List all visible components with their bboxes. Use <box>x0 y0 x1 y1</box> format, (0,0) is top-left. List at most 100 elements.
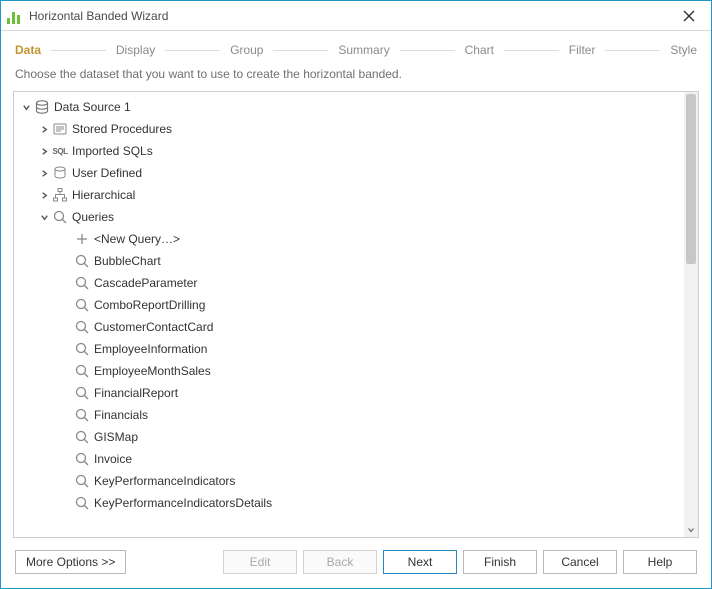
expander-placeholder <box>60 453 72 465</box>
scroll-thumb[interactable] <box>686 94 696 264</box>
database-icon <box>34 99 50 115</box>
folder-label: User Defined <box>72 166 142 180</box>
folder-label: Queries <box>72 210 114 224</box>
step-chart[interactable]: Chart <box>465 43 494 57</box>
query-icon <box>52 209 68 225</box>
titlebar: Horizontal Banded Wizard <box>1 1 711 31</box>
more-options-button[interactable]: More Options >> <box>15 550 126 574</box>
query-label: KeyPerformanceIndicators <box>94 474 235 488</box>
folder-label: Hierarchical <box>72 188 135 202</box>
chevron-down-icon[interactable] <box>20 101 32 113</box>
footer: More Options >> Edit Back Next Finish Ca… <box>1 538 711 588</box>
expander-placeholder <box>60 277 72 289</box>
sql-icon: SQL <box>52 143 68 159</box>
expander-placeholder <box>60 409 72 421</box>
query-label: BubbleChart <box>94 254 161 268</box>
query-label: EmployeeInformation <box>94 342 207 356</box>
back-button: Back <box>303 550 377 574</box>
query-label: GISMap <box>94 430 138 444</box>
folder-label: Imported SQLs <box>72 144 153 158</box>
expander-placeholder <box>60 497 72 509</box>
cancel-button[interactable]: Cancel <box>543 550 617 574</box>
chevron-right-icon[interactable] <box>38 123 50 135</box>
query-icon <box>74 253 90 269</box>
query-icon <box>74 297 90 313</box>
query-item[interactable]: CustomerContactCard <box>16 316 684 338</box>
query-icon <box>74 341 90 357</box>
query-label: Invoice <box>94 452 132 466</box>
query-icon <box>74 363 90 379</box>
query-item[interactable]: <New Query…> <box>16 228 684 250</box>
query-item[interactable]: EmployeeMonthSales <box>16 360 684 382</box>
query-icon <box>74 407 90 423</box>
app-icon <box>7 8 23 24</box>
plus-icon <box>74 231 90 247</box>
step-data[interactable]: Data <box>15 43 41 57</box>
scrollbar[interactable] <box>684 92 698 537</box>
scroll-down-arrow[interactable] <box>684 523 698 537</box>
query-item[interactable]: EmployeeInformation <box>16 338 684 360</box>
query-label: CascadeParameter <box>94 276 197 290</box>
tree-root[interactable]: Data Source 1 <box>16 96 684 118</box>
folder-user-defined[interactable]: User Defined <box>16 162 684 184</box>
query-icon <box>74 495 90 511</box>
query-label: KeyPerformanceIndicatorsDetails <box>94 496 272 510</box>
hierarchy-icon <box>52 187 68 203</box>
query-item[interactable]: Financials <box>16 404 684 426</box>
user-def-icon <box>52 165 68 181</box>
step-group[interactable]: Group <box>230 43 263 57</box>
folder-label: Stored Procedures <box>72 122 172 136</box>
expander-placeholder <box>60 343 72 355</box>
expander-placeholder <box>60 233 72 245</box>
query-item[interactable]: FinancialReport <box>16 382 684 404</box>
expander-placeholder <box>60 475 72 487</box>
query-icon <box>74 275 90 291</box>
dataset-tree: Data Source 1 Stored Procedures SQL Impo… <box>13 91 699 538</box>
step-style[interactable]: Style <box>670 43 697 57</box>
step-display[interactable]: Display <box>116 43 155 57</box>
expander-placeholder <box>60 321 72 333</box>
query-item[interactable]: ComboReportDrilling <box>16 294 684 316</box>
window-title: Horizontal Banded Wizard <box>29 9 675 23</box>
query-icon <box>74 429 90 445</box>
query-label: FinancialReport <box>94 386 178 400</box>
expander-placeholder <box>60 299 72 311</box>
edit-button: Edit <box>223 550 297 574</box>
query-item[interactable]: CascadeParameter <box>16 272 684 294</box>
help-button[interactable]: Help <box>623 550 697 574</box>
query-item[interactable]: KeyPerformanceIndicatorsDetails <box>16 492 684 514</box>
query-item[interactable]: Invoice <box>16 448 684 470</box>
query-item[interactable]: KeyPerformanceIndicators <box>16 470 684 492</box>
folder-hierarchical[interactable]: Hierarchical <box>16 184 684 206</box>
query-label: Financials <box>94 408 148 422</box>
step-summary[interactable]: Summary <box>338 43 389 57</box>
query-label: EmployeeMonthSales <box>94 364 211 378</box>
chevron-right-icon[interactable] <box>38 145 50 157</box>
expander-placeholder <box>60 365 72 377</box>
tree-root-label: Data Source 1 <box>54 100 131 114</box>
stored-proc-icon <box>52 121 68 137</box>
expander-placeholder <box>60 387 72 399</box>
query-icon <box>74 473 90 489</box>
expander-placeholder <box>60 255 72 267</box>
step-filter[interactable]: Filter <box>569 43 596 57</box>
chevron-right-icon[interactable] <box>38 189 50 201</box>
query-item[interactable]: BubbleChart <box>16 250 684 272</box>
close-icon <box>683 10 695 22</box>
query-icon <box>74 451 90 467</box>
folder-imported-sqls[interactable]: SQL Imported SQLs <box>16 140 684 162</box>
query-icon <box>74 319 90 335</box>
chevron-down-icon[interactable] <box>38 211 50 223</box>
next-button[interactable]: Next <box>383 550 457 574</box>
tree-body: Data Source 1 Stored Procedures SQL Impo… <box>14 92 684 537</box>
query-icon <box>74 385 90 401</box>
query-label: <New Query…> <box>94 232 180 246</box>
folder-queries[interactable]: Queries <box>16 206 684 228</box>
chevron-right-icon[interactable] <box>38 167 50 179</box>
query-label: ComboReportDrilling <box>94 298 205 312</box>
step-description: Choose the dataset that you want to use … <box>1 65 711 91</box>
finish-button[interactable]: Finish <box>463 550 537 574</box>
close-button[interactable] <box>675 2 703 30</box>
folder-stored-procedures[interactable]: Stored Procedures <box>16 118 684 140</box>
query-item[interactable]: GISMap <box>16 426 684 448</box>
